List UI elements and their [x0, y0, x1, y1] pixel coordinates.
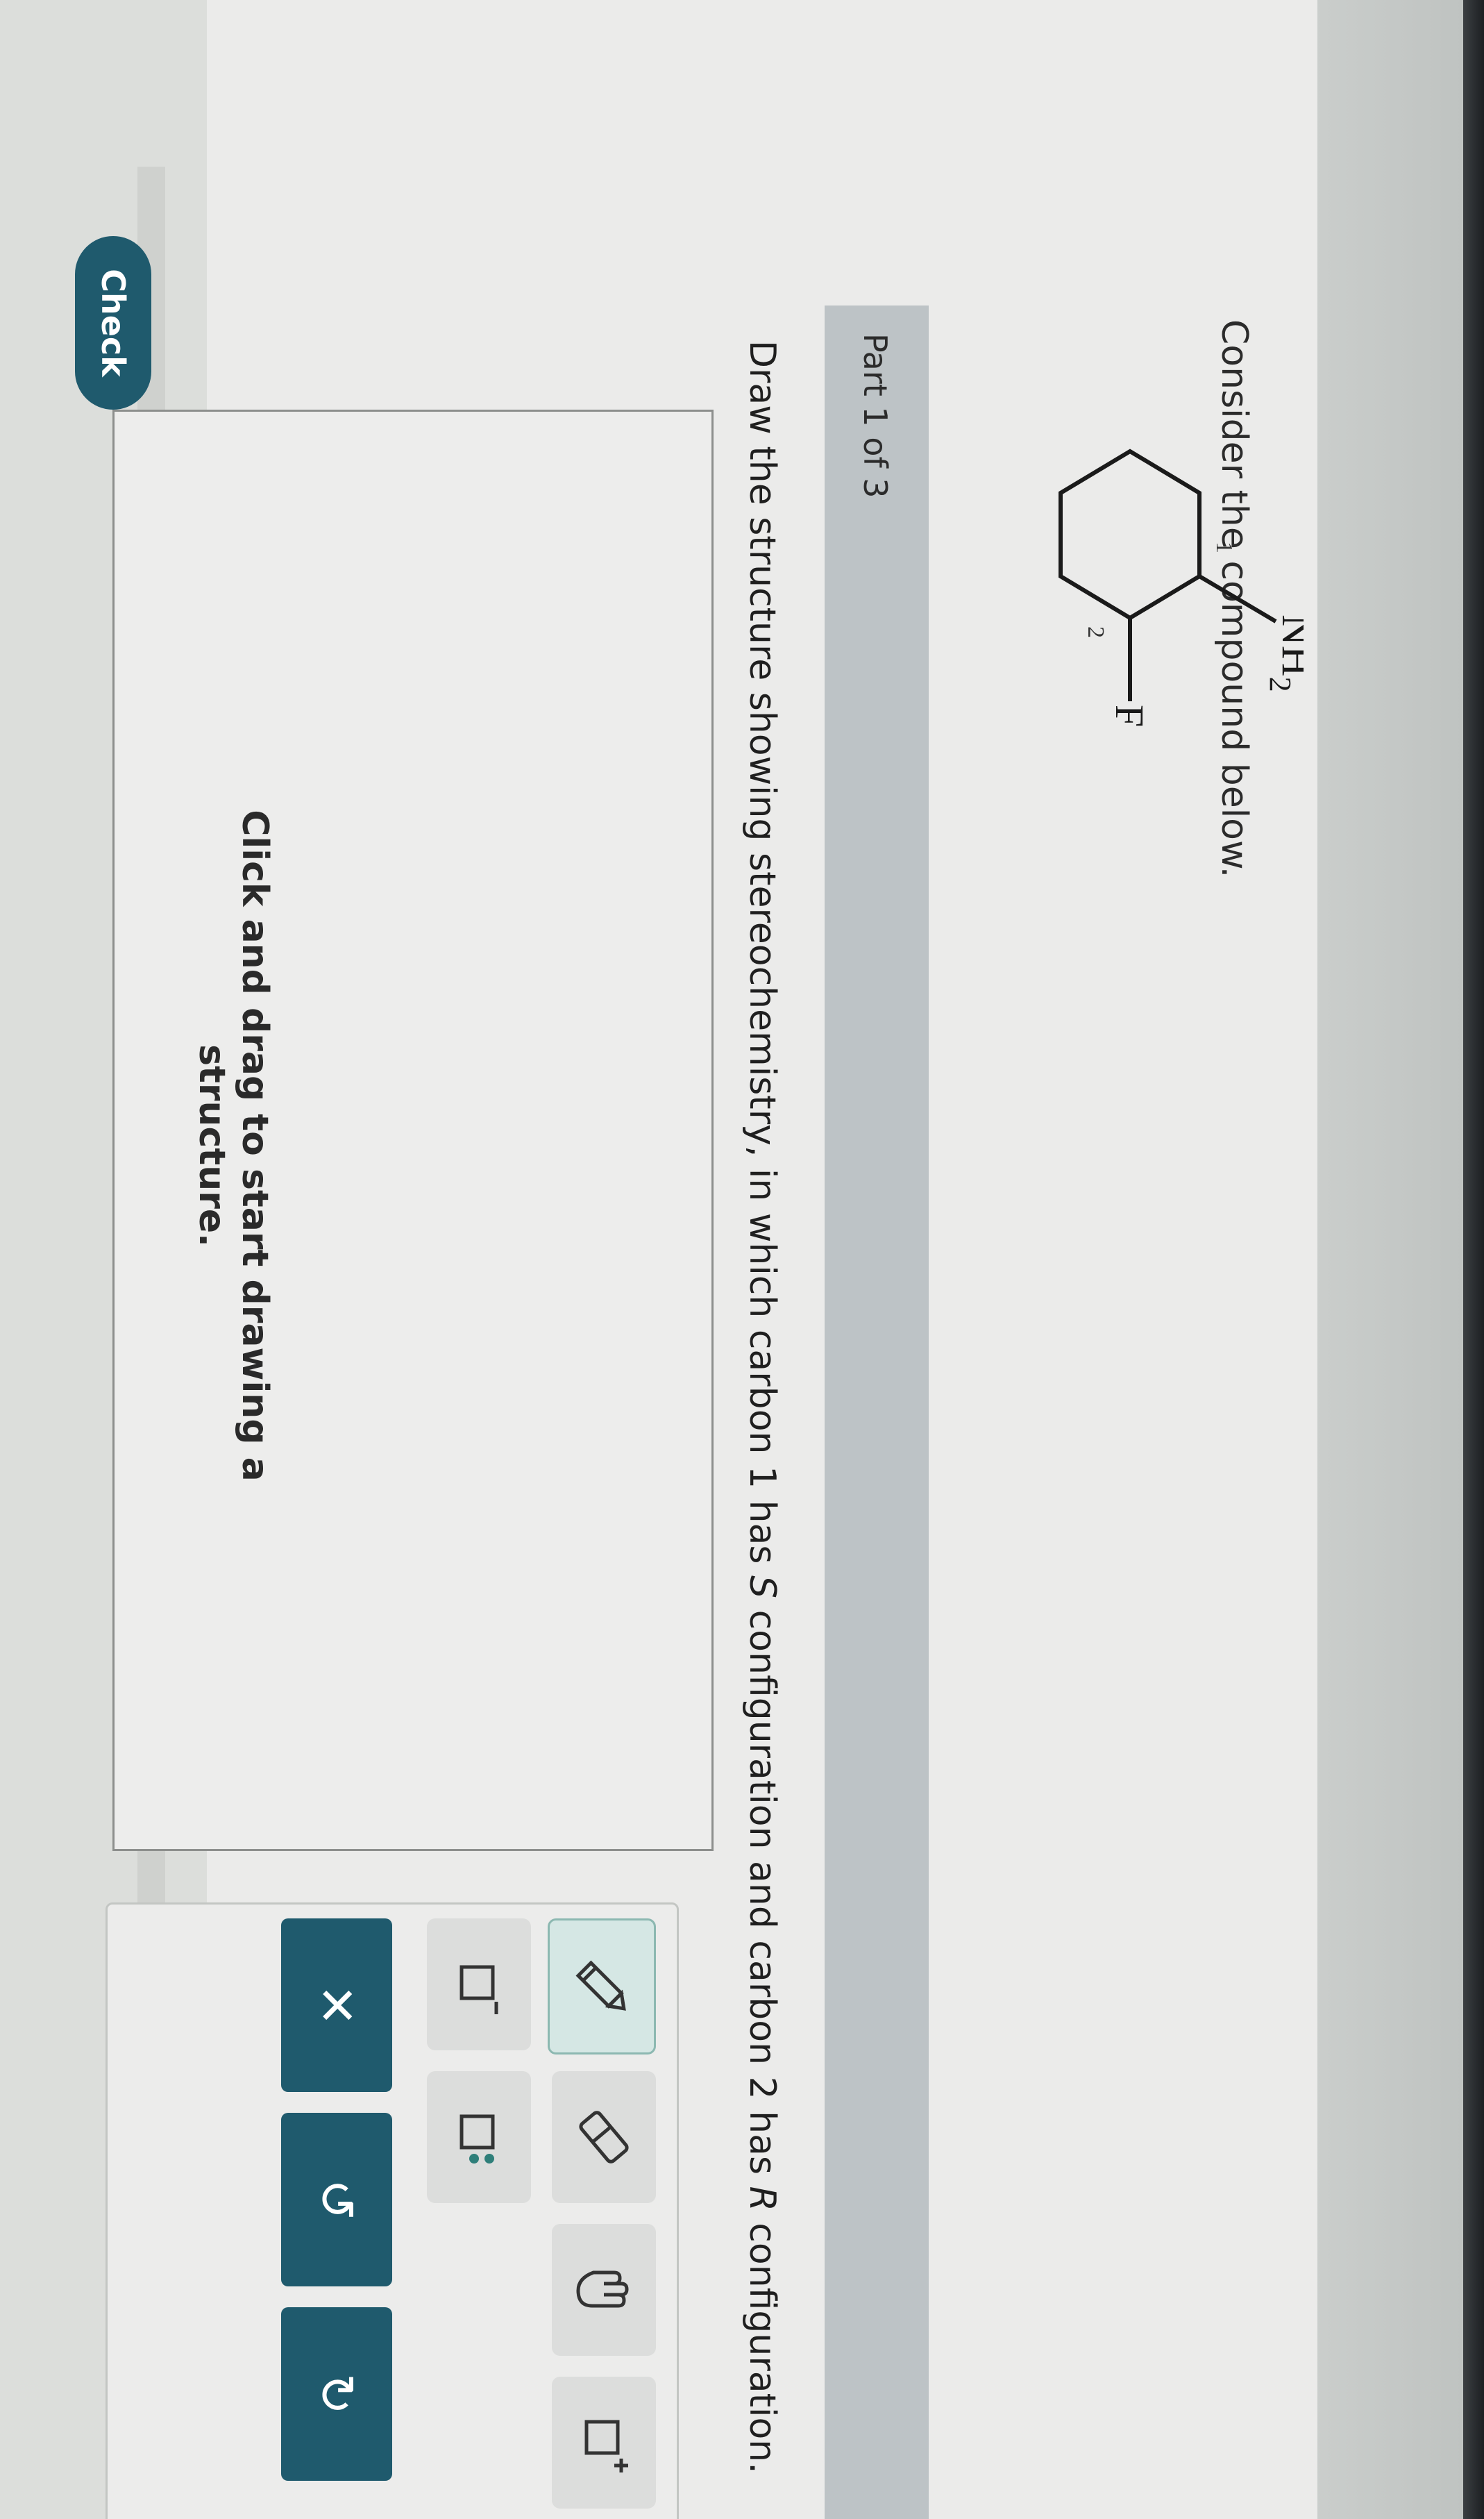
- undo-button[interactable]: ↺: [281, 2113, 392, 2286]
- part-label: Part 1 of 3: [857, 333, 894, 499]
- canvas-hint-line-1: Click and drag to start drawing a: [234, 810, 276, 1482]
- f-label: F: [1107, 705, 1152, 727]
- eraser-icon: [579, 2111, 629, 2164]
- hand-icon: [576, 2270, 629, 2308]
- clear-icon: ✕: [307, 1984, 366, 2027]
- add-charge-icon: [584, 2420, 628, 2472]
- redo-button[interactable]: ↻: [281, 2307, 392, 2481]
- window-edge: [1463, 0, 1484, 2519]
- clear-button[interactable]: ✕: [281, 1918, 392, 2092]
- eraser-tool[interactable]: [552, 2071, 656, 2203]
- locant-1: 1: [1211, 542, 1237, 553]
- pencil-tool[interactable]: [548, 1918, 656, 2054]
- pencil-icon: [575, 1960, 626, 2011]
- molecule-structure: NH2 F 1 2: [1059, 449, 1304, 727]
- lone-pair-tool[interactable]: [427, 2071, 531, 2203]
- remove-charge-icon: [459, 1965, 498, 2014]
- locant-2: 2: [1083, 626, 1108, 638]
- check-button[interactable]: Check: [75, 236, 151, 410]
- remove-charge-tool[interactable]: [427, 1918, 531, 2050]
- undo-icon: ↺: [307, 2178, 366, 2221]
- nh2-label: NH2: [1263, 614, 1304, 692]
- instruction-text: Draw the structure showing stereochemist…: [741, 340, 783, 2474]
- drawing-toolbar: ✕ ↺ ↻: [106, 1902, 679, 2519]
- bond-nh2: [1198, 574, 1277, 624]
- canvas-hint: Click and drag to start drawing a struct…: [190, 764, 276, 1528]
- hand-tool[interactable]: [552, 2224, 656, 2356]
- add-charge-tool[interactable]: [552, 2377, 656, 2509]
- part-header: Part 1 of 3: [825, 306, 929, 2519]
- lone-pair-icon: [459, 2114, 495, 2164]
- redo-icon: ↻: [307, 2372, 366, 2416]
- cyclohexane-ring: [1059, 449, 1201, 621]
- canvas-hint-line-2: structure.: [191, 1044, 233, 1247]
- screen: Consider the compound below. NH2 F 1 2 P…: [0, 0, 1484, 2519]
